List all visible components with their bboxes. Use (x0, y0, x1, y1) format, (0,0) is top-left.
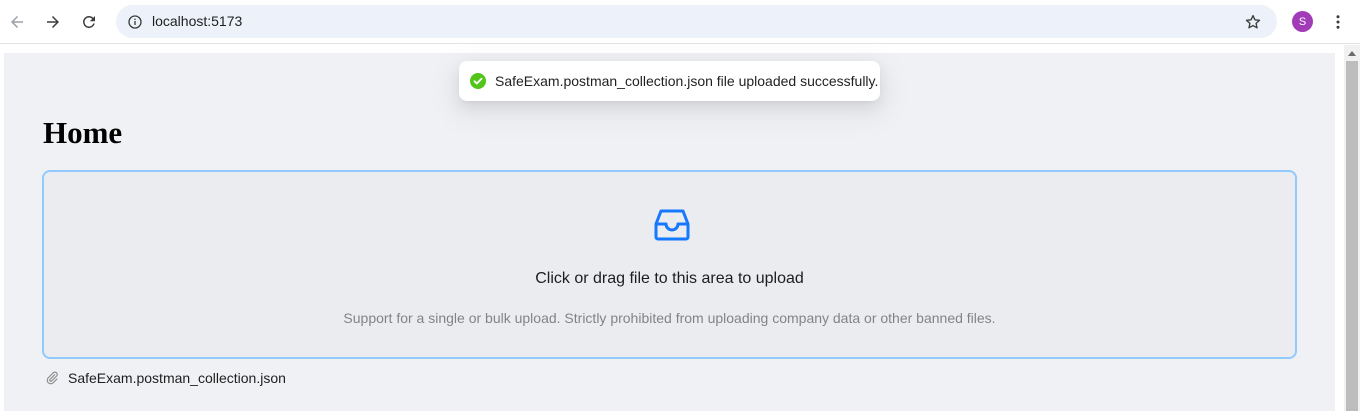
bookmark-button[interactable] (1243, 12, 1263, 32)
profile-avatar[interactable]: S (1292, 11, 1313, 32)
reload-button[interactable] (76, 9, 102, 35)
arrow-left-icon (11, 16, 23, 28)
back-button[interactable] (4, 9, 30, 35)
page-content: Home Click or drag file to this area to … (4, 53, 1335, 411)
reload-icon (83, 16, 95, 28)
address-bar[interactable]: localhost:5173 (116, 5, 1277, 38)
upload-instruction-text: Click or drag file to this area to uploa… (535, 270, 804, 287)
uploaded-file-item[interactable]: SafeExam.postman_collection.json (42, 367, 286, 389)
page-title: Home (43, 115, 123, 150)
site-info-button[interactable] (122, 9, 148, 35)
upload-dropzone[interactable]: Click or drag file to this area to uploa… (42, 170, 1297, 359)
star-icon (1245, 14, 1261, 29)
arrow-right-icon (47, 16, 59, 28)
check-circle-icon (470, 73, 486, 89)
vertical-scrollbar[interactable] (1344, 45, 1360, 411)
paperclip-icon (46, 371, 58, 385)
forward-button[interactable] (40, 9, 66, 35)
uploaded-file-name[interactable]: SafeExam.postman_collection.json (68, 370, 286, 386)
success-toast: SafeExam.postman_collection.json file up… (459, 61, 880, 101)
info-icon (128, 15, 142, 29)
browser-toolbar: localhost:5173 S (0, 0, 1360, 44)
more-vert-icon (1336, 15, 1340, 29)
toast-message: SafeExam.postman_collection.json file up… (495, 73, 879, 89)
browser-menu-button[interactable] (1327, 9, 1349, 35)
scrollbar-thumb[interactable] (1346, 61, 1358, 411)
inbox-icon (654, 209, 690, 241)
url-text[interactable]: localhost:5173 (152, 13, 242, 29)
upload-hint-text: Support for a single or bulk upload. Str… (343, 310, 996, 326)
scroll-up-arrow-icon[interactable] (1348, 51, 1356, 56)
